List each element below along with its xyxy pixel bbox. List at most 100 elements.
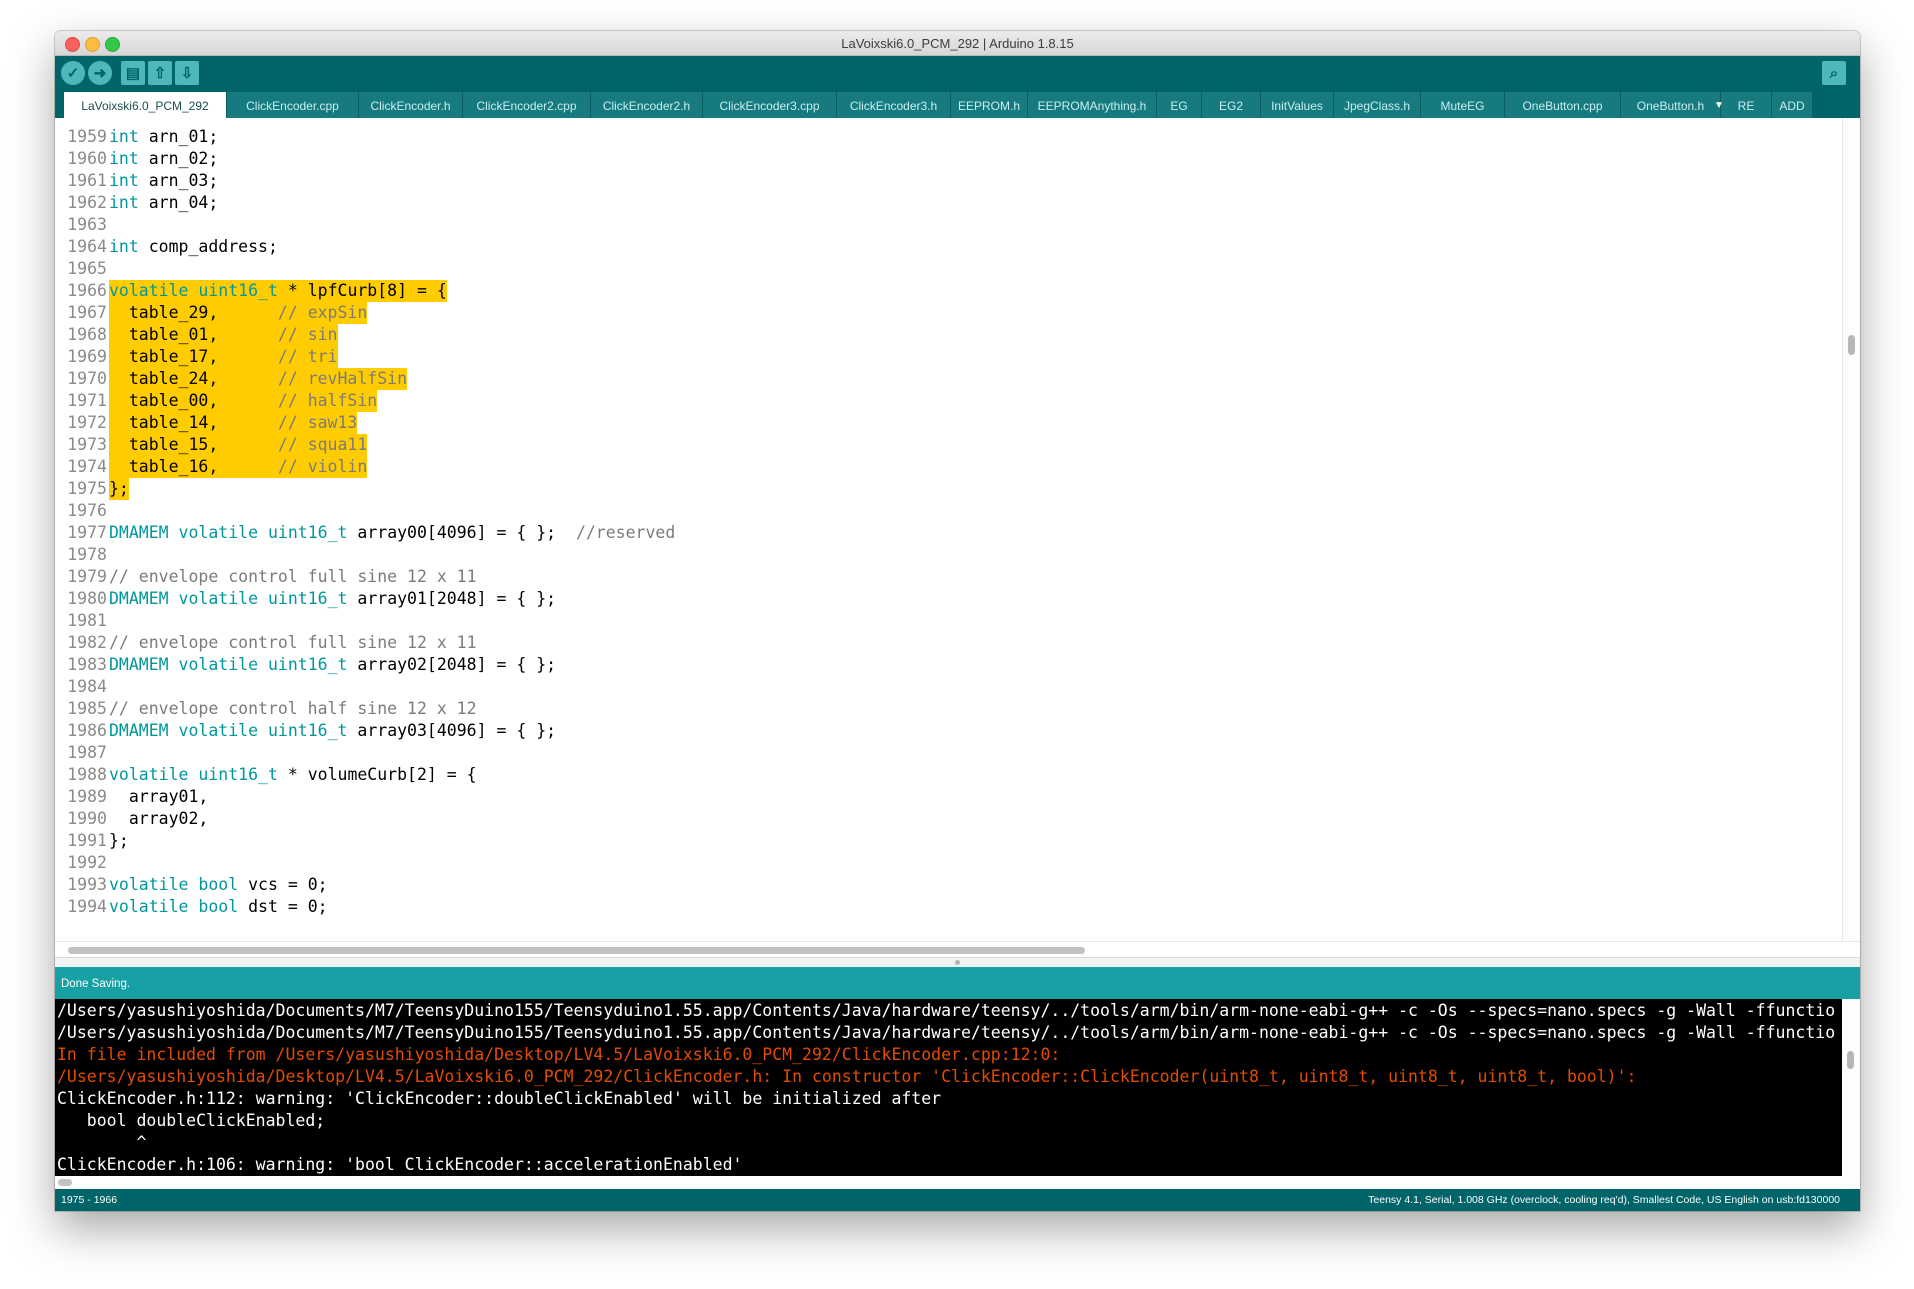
code-text: }; bbox=[109, 831, 129, 850]
code-line: 1968 table_01, // sin bbox=[55, 324, 1842, 346]
editor-horizontal-scrollbar[interactable] bbox=[55, 941, 1860, 958]
tab-eg[interactable]: EG bbox=[1157, 92, 1202, 118]
tab-overflow-menu-icon[interactable]: ▼ bbox=[1713, 92, 1725, 118]
tab-eeprom-h[interactable]: EEPROM.h bbox=[951, 92, 1028, 118]
tab-onebutton-h[interactable]: OneButton.h bbox=[1621, 92, 1721, 118]
code-text: int comp_address; bbox=[109, 237, 278, 256]
tab-bar: LaVoixski6.0_PCM_292 ClickEncoder.cpp Clic… bbox=[55, 92, 1860, 118]
code-line: 1988 volatile uint16_t * volumeCurb[2] = … bbox=[55, 764, 1842, 786]
code-text: int arn_04; bbox=[109, 193, 219, 212]
status-message: Done Saving. bbox=[61, 978, 131, 990]
line-number: 1966 bbox=[67, 281, 107, 300]
code-line: 1966 volatile uint16_t * lpfCurb[8] = { bbox=[55, 280, 1842, 302]
code-text: // envelope control full sine 12 x 11 bbox=[109, 633, 477, 652]
editor-vertical-scrollbar[interactable] bbox=[1842, 118, 1860, 941]
line-number: 1993 bbox=[67, 875, 107, 894]
upload-button[interactable]: ➜ bbox=[88, 61, 112, 85]
code-text: table_01, // sin bbox=[109, 324, 338, 346]
code-text: DMAMEM volatile uint16_t array01[2048] =… bbox=[109, 589, 557, 608]
tab-jpegclass-h[interactable]: JpegClass.h bbox=[1334, 92, 1421, 118]
console-line: ClickEncoder.h:106: warning: 'bool Click… bbox=[57, 1155, 743, 1174]
code-line: 1982// envelope control full sine 12 x 1… bbox=[55, 632, 1842, 654]
code-line: 1979// envelope control full sine 12 x 1… bbox=[55, 566, 1842, 588]
console-vertical-scrollbar[interactable] bbox=[1842, 999, 1860, 1203]
code-line: 1994 volatile bool dst = 0; bbox=[55, 896, 1842, 918]
editor-horizontal-scroll-thumb[interactable] bbox=[68, 947, 1085, 954]
line-number: 1982 bbox=[67, 633, 107, 652]
verify-button[interactable]: ✓ bbox=[61, 61, 85, 85]
arduino-window: LaVoixski6.0_PCM_292 | Arduino 1.8.15 ✓ … bbox=[55, 31, 1860, 1211]
code-line: 1983 DMAMEM volatile uint16_t array02[204… bbox=[55, 654, 1842, 676]
status-bar: Done Saving. bbox=[55, 967, 1860, 999]
console-horizontal-scroll-thumb[interactable] bbox=[58, 1179, 72, 1186]
tab-eepromanything-h[interactable]: EEPROMAnything.h bbox=[1028, 92, 1157, 118]
tab-add[interactable]: ADD bbox=[1772, 92, 1813, 118]
tab-clickencoder2-cpp[interactable]: ClickEncoder2.cpp bbox=[463, 92, 591, 118]
console-line: /Users/yasushiyoshida/Documents/M7/Teens… bbox=[57, 1001, 1836, 1020]
toolbar: ✓ ➜ ▤ ⇧ ⇩ ⌕ bbox=[55, 56, 1860, 92]
line-number: 1992 bbox=[67, 853, 107, 872]
tab-muteeg[interactable]: MuteEG bbox=[1421, 92, 1505, 118]
code-line: 1973 table_15, // squa11 bbox=[55, 434, 1842, 456]
line-number: 1988 bbox=[67, 765, 107, 784]
code-text: }; bbox=[109, 478, 129, 500]
new-button[interactable]: ▤ bbox=[121, 61, 145, 85]
code-line: 1989 array01, bbox=[55, 786, 1842, 808]
code-line: 1971 table_00, // halfSin bbox=[55, 390, 1842, 412]
code-text: table_00, // halfSin bbox=[109, 390, 378, 412]
code-line: 1987 bbox=[55, 742, 1842, 764]
tab-clickencoder2-h[interactable]: ClickEncoder2.h bbox=[591, 92, 703, 118]
line-number: 1965 bbox=[67, 259, 107, 278]
line-number: 1959 bbox=[67, 127, 107, 146]
code-text: volatile uint16_t * volumeCurb[2] = { bbox=[109, 765, 477, 784]
console-horizontal-scrollbar[interactable] bbox=[55, 1176, 1842, 1189]
tab-onebutton-cpp[interactable]: OneButton.cpp bbox=[1505, 92, 1621, 118]
line-number: 1961 bbox=[67, 171, 107, 190]
console-vertical-scroll-thumb[interactable] bbox=[1847, 1051, 1854, 1069]
tab-lavoixski6-0-pcm-292[interactable]: LaVoixski6.0_PCM_292 bbox=[64, 92, 227, 118]
line-number: 1985 bbox=[67, 699, 107, 718]
code-text: volatile bool dst = 0; bbox=[109, 897, 328, 916]
code-text: volatile bool vcs = 0; bbox=[109, 875, 328, 894]
code-editor[interactable]: 1959 int arn_01; 1960 int arn_02; 1961 int ar… bbox=[55, 118, 1842, 941]
editor-vertical-scroll-thumb[interactable] bbox=[1848, 335, 1855, 355]
code-text: DMAMEM volatile uint16_t array00[4096] =… bbox=[109, 523, 676, 542]
console-line: /Users/yasushiyoshida/Desktop/LV4.5/LaVo… bbox=[57, 1067, 1637, 1086]
tab-clickencoder-cpp[interactable]: ClickEncoder.cpp bbox=[227, 92, 359, 118]
console-line: bool doubleClickEnabled; bbox=[57, 1111, 326, 1130]
divider-grip-icon[interactable] bbox=[955, 960, 960, 965]
code-text: table_14, // saw13 bbox=[109, 412, 358, 434]
line-number: 1975 bbox=[67, 479, 107, 498]
code-text: volatile uint16_t * lpfCurb[8] = { bbox=[109, 280, 447, 302]
serial-monitor-button[interactable]: ⌕ bbox=[1822, 61, 1846, 85]
tab-initvalues[interactable]: InitValues bbox=[1261, 92, 1334, 118]
code-text: // envelope control full sine 12 x 11 bbox=[109, 567, 477, 586]
code-line: 1974 table_16, // violin bbox=[55, 456, 1842, 478]
console-line: In file included from /Users/yasushiyosh… bbox=[57, 1045, 1061, 1064]
open-button[interactable]: ⇧ bbox=[148, 61, 172, 85]
line-number: 1994 bbox=[67, 897, 107, 916]
code-line: 1964 int comp_address; bbox=[55, 236, 1842, 258]
code-line: 1984 bbox=[55, 676, 1842, 698]
line-number: 1968 bbox=[67, 325, 107, 344]
line-number: 1986 bbox=[67, 721, 107, 740]
line-number: 1980 bbox=[67, 589, 107, 608]
code-text: int arn_02; bbox=[109, 149, 219, 168]
save-button[interactable]: ⇩ bbox=[175, 61, 199, 85]
line-number: 1963 bbox=[67, 215, 107, 234]
console-output[interactable]: /Users/yasushiyoshida/Documents/M7/Teens… bbox=[55, 999, 1842, 1203]
line-number: 1987 bbox=[67, 743, 107, 762]
tab-eg2[interactable]: EG2 bbox=[1202, 92, 1261, 118]
code-line: 1961 int arn_03; bbox=[55, 170, 1842, 192]
console-line: ^ bbox=[57, 1133, 147, 1152]
code-line: 1990 array02, bbox=[55, 808, 1842, 830]
code-line: 1978 bbox=[55, 544, 1842, 566]
code-line: 1991}; bbox=[55, 830, 1842, 852]
down-arrow-icon: ⇩ bbox=[180, 65, 194, 82]
tab-clickencoder3-h[interactable]: ClickEncoder3.h bbox=[837, 92, 951, 118]
line-number: 1989 bbox=[67, 787, 107, 806]
tab-re[interactable]: RE bbox=[1721, 92, 1772, 118]
cursor-position: 1975 - 1966 bbox=[61, 1194, 118, 1206]
tab-clickencoder3-cpp[interactable]: ClickEncoder3.cpp bbox=[703, 92, 837, 118]
tab-clickencoder-h[interactable]: ClickEncoder.h bbox=[359, 92, 463, 118]
